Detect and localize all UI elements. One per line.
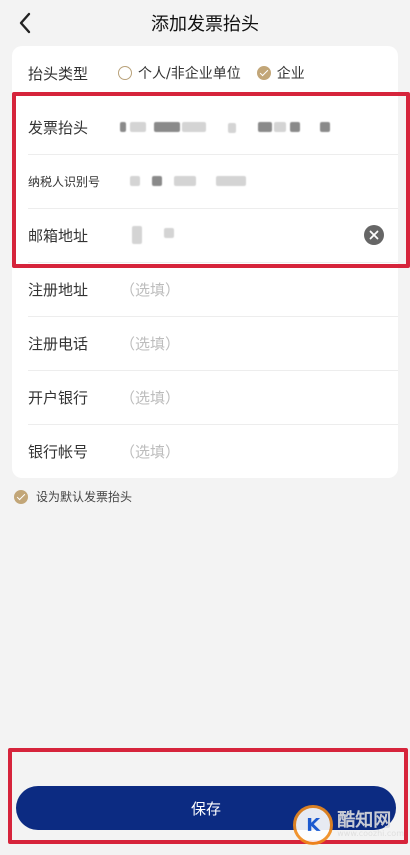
bank-account-field[interactable]: 银行帐号 （选填）	[12, 424, 398, 478]
bank-placeholder: （选填）	[120, 388, 181, 407]
register-address-field[interactable]: 注册地址 （选填）	[12, 262, 398, 316]
register-phone-placeholder: （选填）	[120, 334, 181, 353]
back-button[interactable]	[8, 6, 42, 40]
page-title: 添加发票抬头	[151, 14, 259, 35]
chevron-left-icon	[19, 12, 31, 34]
bank-account-label: 银行帐号	[28, 442, 89, 461]
checkbox-checked-icon	[14, 489, 28, 504]
set-default-checkbox[interactable]: 设为默认发票抬头	[14, 488, 132, 505]
radio-company-label: 企业	[276, 66, 305, 82]
title-type-radio-group: 个人/非企业单位 企业	[118, 63, 305, 83]
nav-bar: 添加发票抬头	[0, 0, 410, 46]
title-type-label: 抬头类型	[28, 64, 89, 83]
watermark-url: www.coozhi.com	[337, 829, 404, 838]
radio-unchecked-icon	[118, 66, 132, 80]
register-phone-field[interactable]: 注册电话 （选填）	[12, 316, 398, 370]
register-address-label: 注册地址	[28, 280, 89, 299]
bank-label: 开户银行	[28, 388, 89, 407]
watermark: K 酷知网 www.coozhi.com	[293, 805, 404, 845]
set-default-label: 设为默认发票抬头	[36, 490, 133, 504]
radio-company[interactable]: 企业	[256, 63, 305, 83]
register-phone-label: 注册电话	[28, 334, 89, 353]
bank-account-placeholder: （选填）	[120, 442, 181, 461]
radio-personal-label: 个人/非企业单位	[138, 66, 241, 82]
highlight-box	[12, 92, 410, 268]
watermark-text: 酷知网	[337, 810, 392, 831]
bank-field[interactable]: 开户银行 （选填）	[12, 370, 398, 424]
watermark-logo-icon: K	[293, 805, 334, 845]
radio-checked-icon	[256, 66, 271, 80]
radio-personal[interactable]: 个人/非企业单位	[118, 63, 241, 83]
register-address-placeholder: （选填）	[120, 280, 181, 299]
